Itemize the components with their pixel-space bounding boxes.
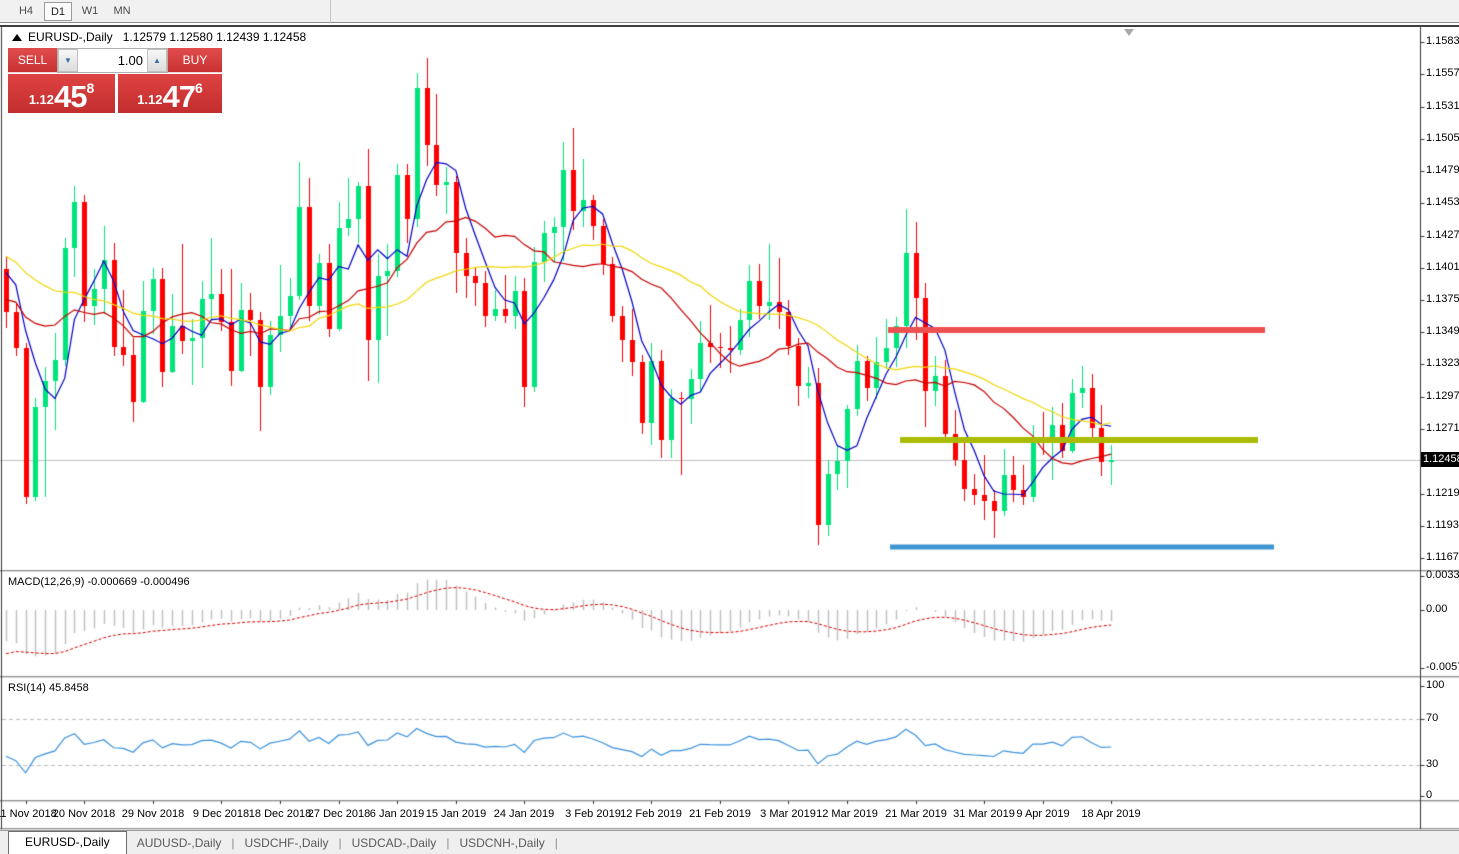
date-axis-label: 6 Jan 2019 xyxy=(370,808,424,820)
rsi-axis-label: 70 xyxy=(1426,712,1438,724)
timeframe-tab-h4[interactable]: H4 xyxy=(12,2,40,21)
price-axis-label: 1.12190 xyxy=(1426,487,1459,499)
date-axis-label: 3 Mar 2019 xyxy=(760,808,816,820)
date-axis-label: 15 Jan 2019 xyxy=(426,808,487,820)
chart-header: EURUSD-,Daily 1.12579 1.12580 1.12439 1.1… xyxy=(12,30,306,44)
volume-dropdown-icon[interactable]: ▼ xyxy=(58,49,78,72)
price-axis-label: 1.15050 xyxy=(1426,132,1459,144)
date-axis-label: 12 Mar 2019 xyxy=(816,808,878,820)
date-axis-label: 18 Apr 2019 xyxy=(1081,808,1140,820)
price-axis-label: 1.15570 xyxy=(1426,67,1459,79)
price-axis-label: 1.15830 xyxy=(1426,35,1459,47)
macd-axis-label: -0.00574 xyxy=(1426,661,1459,673)
price-axis-label: 1.15310 xyxy=(1426,100,1459,112)
chart-ohlc-quote: 1.12579 1.12580 1.12439 1.12458 xyxy=(123,30,307,44)
date-axis-label: 20 Nov 2018 xyxy=(53,808,115,820)
symbol-tab-separator: | xyxy=(555,836,558,850)
symbol-tab-usdcnh[interactable]: USDCNH-,Daily xyxy=(449,834,554,852)
date-axis-label: 9 Dec 2018 xyxy=(193,808,249,820)
bid-pipette: 8 xyxy=(87,80,95,96)
symbol-tab-bar: EURUSD-,Daily AUDUSD-,Daily | USDCHF-,Da… xyxy=(0,830,1459,854)
symbol-tab-usdchf[interactable]: USDCHF-,Daily xyxy=(235,834,339,852)
date-axis-label: 12 Feb 2019 xyxy=(620,808,682,820)
date-axis-label: 9 Apr 2019 xyxy=(1016,808,1069,820)
macd-panel-title: MACD(12,26,9) -0.000669 -0.000496 xyxy=(8,576,190,588)
volume-increase-icon[interactable]: ▲ xyxy=(147,49,167,72)
collapse-panel-icon[interactable] xyxy=(12,34,22,41)
bid-big-digits: 45 xyxy=(54,84,86,110)
date-axis-label: 27 Dec 2018 xyxy=(308,808,370,820)
price-axis-label: 1.14270 xyxy=(1426,229,1459,241)
one-click-trade-panel: SELL ▼ ▲ BUY 1.12 45 8 1.12 47 6 xyxy=(8,48,222,113)
ask-price-button[interactable]: 1.12 47 6 xyxy=(118,74,222,113)
price-axis-label: 1.11670 xyxy=(1426,551,1459,563)
date-axis-label: 24 Jan 2019 xyxy=(494,808,555,820)
rsi-axis-label: 0 xyxy=(1426,789,1432,801)
chart-top-edge xyxy=(0,25,1459,27)
rsi-panel-title: RSI(14) 45.8458 xyxy=(8,682,89,694)
application-window: H4 D1 W1 MN EURUSD-,Daily 1.12579 1.12580… xyxy=(0,0,1459,854)
ask-big-digits: 47 xyxy=(163,84,195,110)
timeframe-tab-w1[interactable]: W1 xyxy=(76,2,104,21)
price-axis-label: 1.13230 xyxy=(1426,357,1459,369)
price-axis-label: 1.13490 xyxy=(1426,325,1459,337)
sell-button[interactable]: SELL xyxy=(8,48,57,73)
price-axis-label: 1.11930 xyxy=(1426,519,1459,531)
date-axis-label: 11 Nov 2018 xyxy=(0,808,57,820)
date-axis-label: 21 Mar 2019 xyxy=(885,808,947,820)
scroll-to-end-marker-icon[interactable] xyxy=(1124,29,1134,36)
chart-canvas[interactable] xyxy=(0,0,1459,854)
price-axis-label: 1.12710 xyxy=(1426,422,1459,434)
date-axis-label: 18 Dec 2018 xyxy=(249,808,311,820)
bid-prefix: 1.12 xyxy=(29,92,54,107)
ask-prefix: 1.12 xyxy=(137,92,162,107)
buy-button[interactable]: BUY xyxy=(168,48,222,73)
date-axis-label: 29 Nov 2018 xyxy=(122,808,184,820)
price-axis-label: 1.12970 xyxy=(1426,390,1459,402)
rsi-axis-label: 100 xyxy=(1426,679,1444,691)
date-axis-label: 21 Feb 2019 xyxy=(689,808,751,820)
date-axis-label: 3 Feb 2019 xyxy=(565,808,621,820)
symbol-tab-usdcad[interactable]: USDCAD-,Daily xyxy=(342,834,447,852)
ask-pipette: 6 xyxy=(195,80,203,96)
current-price-tag: 1.12458 xyxy=(1421,452,1459,467)
date-axis-label: 31 Mar 2019 xyxy=(953,808,1015,820)
timeframe-tab-d1[interactable]: D1 xyxy=(44,2,72,21)
symbol-tab-eurusd[interactable]: EURUSD-,Daily xyxy=(8,831,127,854)
volume-control: ▼ ▲ xyxy=(57,48,168,73)
price-axis-label: 1.14530 xyxy=(1426,196,1459,208)
macd-axis-label: 0.00 xyxy=(1426,603,1447,615)
timeframe-toolbar: H4 D1 W1 MN xyxy=(0,0,1459,23)
rsi-axis-label: 30 xyxy=(1426,758,1438,770)
toolbar-divider xyxy=(330,0,331,23)
chart-symbol-title: EURUSD-,Daily xyxy=(28,30,113,44)
volume-input[interactable] xyxy=(78,49,147,72)
price-axis-label: 1.14790 xyxy=(1426,164,1459,176)
macd-axis-label: 0.003386 xyxy=(1426,569,1459,581)
price-axis-label: 1.13750 xyxy=(1426,293,1459,305)
symbol-tab-audusd[interactable]: AUDUSD-,Daily xyxy=(127,834,232,852)
price-axis-label: 1.14010 xyxy=(1426,261,1459,273)
timeframe-tab-mn[interactable]: MN xyxy=(108,2,136,21)
bid-price-button[interactable]: 1.12 45 8 xyxy=(8,74,115,113)
